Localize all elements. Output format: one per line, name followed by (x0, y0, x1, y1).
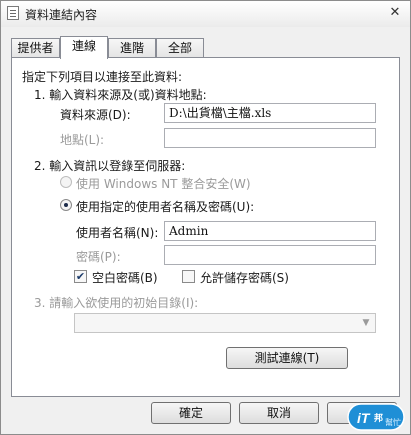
location-input[interactable] (164, 128, 376, 148)
cancel-button[interactable]: 取消 (239, 402, 319, 424)
data-link-properties-dialog: 資料連結內容 ✕ 提供者 連線 進階 全部 指定下列項目以連接至此資料: 1. … (0, 0, 411, 435)
nt-security-radio[interactable] (60, 176, 72, 188)
watermark-text: 邦 (374, 412, 383, 424)
it-bang-logo-icon: iT 邦 幫忙 (347, 403, 405, 431)
location-label: 地點(L): (60, 133, 105, 147)
data-source-label: 資料來源(D): (60, 108, 131, 122)
close-icon[interactable]: ✕ (386, 4, 404, 22)
password-label: 密碼(P): (76, 250, 121, 264)
allow-save-password-label: 允許儲存密碼(S) (200, 271, 289, 285)
blank-password-label: 空白密碼(B) (92, 271, 158, 285)
connection-panel: 指定下列項目以連接至此資料: 1. 輸入資料來源及(或)資料地點: 資料來源(D… (11, 57, 400, 397)
password-input[interactable] (164, 245, 376, 265)
blank-password-checkbox[interactable]: ✔ (74, 270, 87, 283)
allow-save-password-checkbox[interactable] (182, 270, 195, 283)
specific-user-radio[interactable] (60, 199, 72, 211)
tab-connection[interactable]: 連線 (60, 36, 108, 59)
tab-advanced[interactable]: 進階 (108, 38, 156, 58)
nt-security-label: 使用 Windows NT 整合安全(W) (76, 177, 251, 191)
tab-provider[interactable]: 提供者 (11, 38, 60, 58)
username-label: 使用者名稱(N): (76, 226, 159, 240)
intro-text: 指定下列項目以連接至此資料: (22, 70, 183, 84)
initial-catalog-select[interactable]: ▼ (74, 313, 376, 333)
step3-heading: 3. 請輸入欲使用的初始目錄(I): (34, 296, 199, 310)
title-bar: 資料連結內容 ✕ (1, 1, 410, 27)
test-connection-button[interactable]: 測試連線(T) (226, 347, 348, 369)
step2-heading: 2. 輸入資訊以登錄至伺服器: (34, 159, 186, 173)
svg-text:iT: iT (357, 410, 371, 426)
specific-user-label: 使用指定的使用者名稱及密碼(U): (76, 200, 255, 214)
tab-all[interactable]: 全部 (156, 38, 204, 58)
document-icon (7, 6, 19, 20)
svg-text:幫忙: 幫忙 (385, 417, 401, 427)
ok-button[interactable]: 確定 (151, 402, 231, 424)
chevron-down-icon: ▼ (362, 318, 370, 328)
window-title: 資料連結內容 (25, 8, 98, 22)
data-source-input[interactable]: D:\出貨檔\主檔.xls (164, 103, 376, 123)
step1-heading: 1. 輸入資料來源及(或)資料地點: (34, 88, 207, 102)
username-input[interactable]: Admin (164, 221, 376, 241)
